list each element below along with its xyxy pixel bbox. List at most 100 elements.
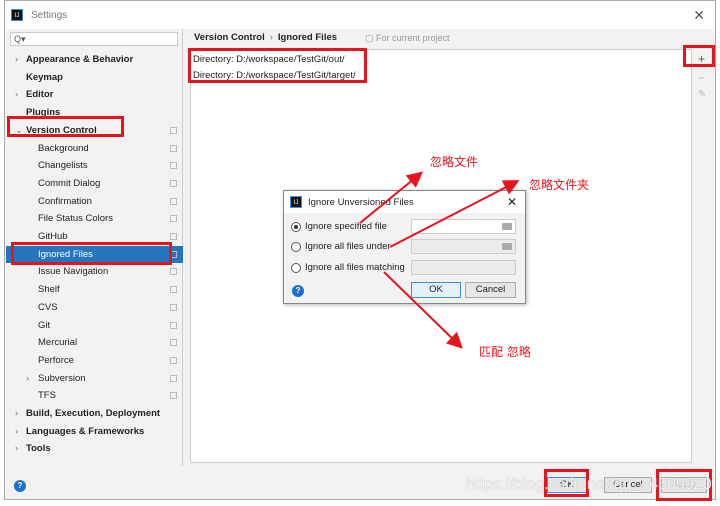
chevron-right-icon[interactable]: › [26,370,29,387]
sidebar-item-label: Shelf [38,284,60,296]
project-scope-icon [170,215,177,223]
chevron-down-icon[interactable]: ⌄ [15,122,23,139]
project-scope-icon [170,374,177,382]
ignore-specified-file-radio[interactable] [291,222,301,232]
intellij-logo-icon: IJ [11,9,23,21]
sidebar-item-languages-frameworks[interactable]: › Languages & Frameworks [6,423,183,440]
sidebar-item-label: Perforce [38,354,74,366]
sidebar-item-build-execution-deployment[interactable]: › Build, Execution, Deployment [6,405,183,422]
project-scope-icon [170,197,177,205]
radio-label[interactable]: Ignore specified file [305,221,387,232]
sidebar-item-issue-navigation[interactable]: Issue Navigation [6,263,183,280]
sidebar-item-label: Ignored Files [38,248,93,260]
cancel-button[interactable]: Cancel [604,477,652,493]
search-input[interactable]: Q▾ [10,32,178,46]
sidebar-item-plugins[interactable]: Plugins [6,104,183,121]
chevron-right-icon[interactable]: › [15,423,18,440]
apply-button[interactable]: Apply [661,477,707,493]
chevron-right-icon[interactable]: › [15,86,18,103]
sidebar-item-github[interactable]: GitHub [6,228,183,245]
dialog-cancel-button[interactable]: Cancel [465,282,516,298]
folder-icon[interactable] [502,243,512,250]
help-icon[interactable]: ? [292,285,304,297]
folder-icon[interactable] [502,223,512,230]
edit-icon[interactable]: ✎ [698,89,706,100]
window-title: Settings [31,9,68,21]
project-scope-icon [170,162,177,170]
for-current-project-text: For current project [376,33,450,43]
project-scope-icon [170,321,177,329]
sidebar-item-label: GitHub [38,231,68,242]
sidebar-item-confirmation[interactable]: Confirmation [6,193,183,210]
sidebar-item-perforce[interactable]: Perforce [6,352,183,369]
annotation-ignore-file: 忽略文件 [430,155,479,169]
remove-icon[interactable]: − [698,71,705,85]
title-bar: IJ Settings ✕ [5,1,715,29]
sidebar-item-shelf[interactable]: Shelf [6,281,183,298]
project-scope-icon [170,179,177,187]
sidebar-item-git[interactable]: Git [6,317,183,334]
specified-file-field[interactable] [411,219,516,234]
add-icon[interactable]: + [698,52,705,66]
intellij-logo-icon: IJ [290,196,302,208]
sidebar-item-label: Build, Execution, Deployment [26,408,161,419]
project-scope-icon [170,233,177,240]
radio-label[interactable]: Ignore all files under [305,241,391,252]
sidebar-item-label: Keymap [26,71,63,83]
sidebar-item-label: Plugins [26,107,61,119]
chevron-right-icon[interactable]: › [15,405,18,422]
breadcrumb-version-control[interactable]: Version Control [194,32,265,43]
ok-button[interactable]: OK [547,477,587,493]
files-matching-field[interactable] [411,260,516,275]
sidebar-item-mercurial[interactable]: Mercurial [6,334,183,351]
sidebar-item-label: Appearance & Behavior [26,54,134,65]
breadcrumb: Version Control › Ignored Files [194,32,337,43]
sidebar-item-file-status-colors[interactable]: File Status Colors [6,210,183,227]
for-current-project-label: ▢ For current project [365,33,450,43]
project-scope-icon [170,286,177,294]
sidebar-item-subversion[interactable]: › Subversion [6,370,183,387]
project-scope-icon [170,250,177,258]
sidebar-item-label: CVS [38,301,58,313]
sidebar-item-cvs[interactable]: CVS [6,299,183,316]
sidebar-item-label: Mercurial [38,337,78,349]
list-item[interactable]: Directory: D:/workspace/TestGit/target/ [193,70,356,81]
sidebar-item-label: Commit Dialog [38,177,101,189]
close-icon[interactable]: ✕ [507,195,517,209]
project-scope-icon [170,268,177,276]
annotation-match-ignore: 匹配 忽略 [479,345,531,359]
sidebar-item-keymap[interactable]: Keymap [6,69,183,86]
sidebar-item-label: Tools [26,443,51,455]
chevron-right-icon[interactable]: › [15,51,18,68]
ignore-unversioned-files-dialog: IJ Ignore Unversioned Files ✕ Ignore speci… [283,190,526,304]
sidebar-item-background[interactable]: Background [6,140,183,157]
sidebar-item-label: Confirmation [38,195,92,207]
sidebar-item-label: Languages & Frameworks [26,425,145,437]
radio-label[interactable]: Ignore all files matching [305,262,405,273]
project-scope-icon [170,126,177,134]
files-under-field[interactable] [411,239,516,254]
sidebar-item-editor[interactable]: › Editor [6,86,183,103]
sidebar-item-label: Git [38,319,51,331]
sidebar-item-label: Editor [26,89,54,101]
project-scope-icon [170,356,177,364]
project-scope-icon [170,303,177,311]
sidebar-item-ignored-files[interactable]: Ignored Files [6,245,183,263]
chevron-right-icon[interactable]: › [15,440,18,457]
close-icon[interactable]: ✕ [693,7,705,24]
list-item[interactable]: Directory: D:/workspace/TestGit/out/ [193,54,345,65]
breadcrumb-ignored-files: Ignored Files [277,32,338,43]
sidebar-item-version-control[interactable]: ⌄ Version Control [6,122,183,139]
sidebar-item-tfs[interactable]: TFS [6,387,183,404]
dialog-ok-button[interactable]: OK [411,282,461,298]
help-icon[interactable]: ? [14,480,26,492]
sidebar-item-tools[interactable]: › Tools [6,440,183,457]
sidebar-item-label: Issue Navigation [38,266,109,278]
sidebar-item-label: TFS [38,390,56,402]
ignore-all-files-matching-radio[interactable] [291,263,301,273]
sidebar-item-commit-dialog[interactable]: Commit Dialog [6,175,183,192]
sidebar-item-appearance-behavior[interactable]: › Appearance & Behavior [6,51,183,68]
sidebar: Q▾ › Appearance & Behavior Keymap › Editor Pl… [6,29,183,466]
sidebar-item-changelists[interactable]: Changelists [6,157,183,174]
ignore-all-files-under-radio[interactable] [291,242,301,252]
